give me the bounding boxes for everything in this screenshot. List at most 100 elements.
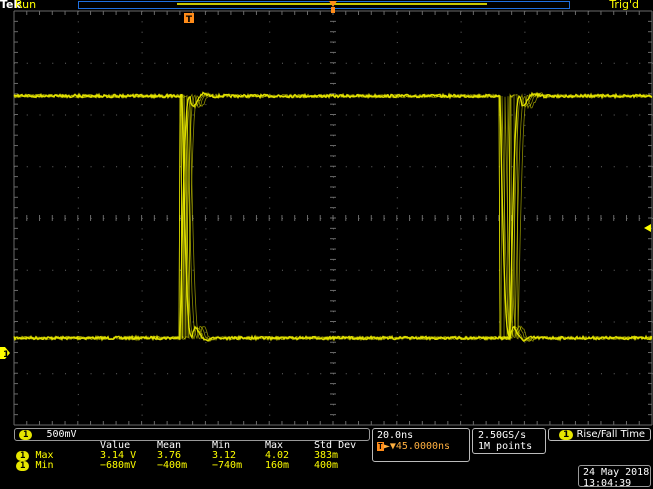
grid-dot [205, 124, 207, 126]
grid-dot [396, 259, 398, 261]
grid-dot [588, 197, 590, 199]
grid-dot [524, 311, 526, 313]
grid-dot [205, 145, 207, 147]
grid-dot [269, 238, 271, 240]
grid-dot [205, 393, 207, 395]
grid-dot [77, 383, 79, 385]
grid-dot [269, 269, 271, 271]
grid-dot [205, 404, 207, 406]
grid-dot [269, 21, 271, 23]
grid-dot [205, 21, 207, 23]
grid-dot [460, 259, 462, 261]
grid-dot [460, 31, 462, 33]
grid-dot [205, 414, 207, 416]
grid-dot [575, 373, 577, 375]
acquisition-panel[interactable]: 2.50GS/s 1M points [472, 428, 546, 454]
grid-dot [269, 311, 271, 313]
grid-dot [77, 207, 79, 209]
grid-dot [141, 393, 143, 395]
grid-dot [486, 114, 488, 116]
grid-dot [575, 269, 577, 271]
grid-dot [460, 393, 462, 395]
measurement-mean: −400m [157, 460, 188, 471]
trigger-position-icon[interactable]: T [184, 13, 194, 25]
grid-dot [588, 311, 590, 313]
timebase-panel[interactable]: 20.0ns T►▼45.0000ns [372, 428, 470, 462]
channel-1-badge: 1 [16, 451, 30, 461]
channel-1-ground-marker[interactable]: 1 [0, 347, 10, 360]
grid-dot [422, 62, 424, 64]
grid-dot [39, 114, 41, 116]
grid-dot [269, 73, 271, 75]
grid-dot [269, 31, 271, 33]
grid-dot [549, 373, 551, 375]
grid-dot [460, 342, 462, 344]
grid-dot [205, 280, 207, 282]
grid-dot [613, 269, 615, 271]
measurement-type-panel[interactable]: 1 Rise/Fall Time [548, 428, 651, 441]
grid-dot [486, 321, 488, 323]
grid-dot [435, 373, 437, 375]
grid-dot [639, 166, 641, 168]
grid-dot [524, 135, 526, 137]
time: 13:04:39 [583, 478, 632, 489]
grid-dot [524, 155, 526, 157]
grid-dot [320, 269, 322, 271]
grid-dot [460, 155, 462, 157]
grid-dot [524, 321, 526, 323]
grid-dot [447, 62, 449, 64]
grid-dot [588, 404, 590, 406]
grid-dot [524, 393, 526, 395]
waveform-display[interactable]: T 1 [0, 0, 653, 489]
grid-dot [435, 321, 437, 323]
grid-dot [77, 393, 79, 395]
grid-dot [626, 321, 628, 323]
grid-dot [562, 321, 564, 323]
grid-dot [243, 62, 245, 64]
grid-dot [396, 393, 398, 395]
grid-dot [345, 321, 347, 323]
grid-dot [26, 62, 28, 64]
grid-dot [447, 321, 449, 323]
grid-dot [141, 280, 143, 282]
grid-dot [435, 114, 437, 116]
grid-dot [396, 176, 398, 178]
grid-dot [588, 249, 590, 251]
grid-dot [281, 166, 283, 168]
grid-dot [524, 124, 526, 126]
grid-dot [192, 373, 194, 375]
grid-dot [141, 31, 143, 33]
grid-dot [396, 124, 398, 126]
grid-dot [269, 145, 271, 147]
grid-dot [77, 280, 79, 282]
grid-dot [588, 207, 590, 209]
grid-dot [588, 166, 590, 168]
grid-dot [77, 21, 79, 23]
grid-dot [141, 104, 143, 106]
grid-dot [307, 62, 309, 64]
grid-dot [90, 62, 92, 64]
grid-dot [230, 269, 232, 271]
grid-dot [537, 114, 539, 116]
grid-dot [460, 269, 462, 271]
grid-dot [588, 300, 590, 302]
measurement-value: −680mV [100, 460, 137, 471]
grid-dot [294, 321, 296, 323]
grid-dot [384, 373, 386, 375]
grid-dot [205, 269, 207, 271]
grid-dot [77, 135, 79, 137]
grid-dot [205, 352, 207, 354]
grid-dot [524, 238, 526, 240]
grid-dot [167, 114, 169, 116]
grid-dot [26, 269, 28, 271]
grid-dot [141, 414, 143, 416]
grid-dot [396, 135, 398, 137]
grid-dot [154, 269, 156, 271]
grid-dot [422, 373, 424, 375]
grid-dot [396, 114, 398, 116]
trigger-level-icon[interactable] [644, 224, 651, 232]
measurement-row-min[interactable]: 1 Min −680mV −400m −740m 160m 400m [16, 461, 370, 471]
grid-dot [639, 373, 641, 375]
grid-dot [613, 373, 615, 375]
grid-dot [141, 290, 143, 292]
